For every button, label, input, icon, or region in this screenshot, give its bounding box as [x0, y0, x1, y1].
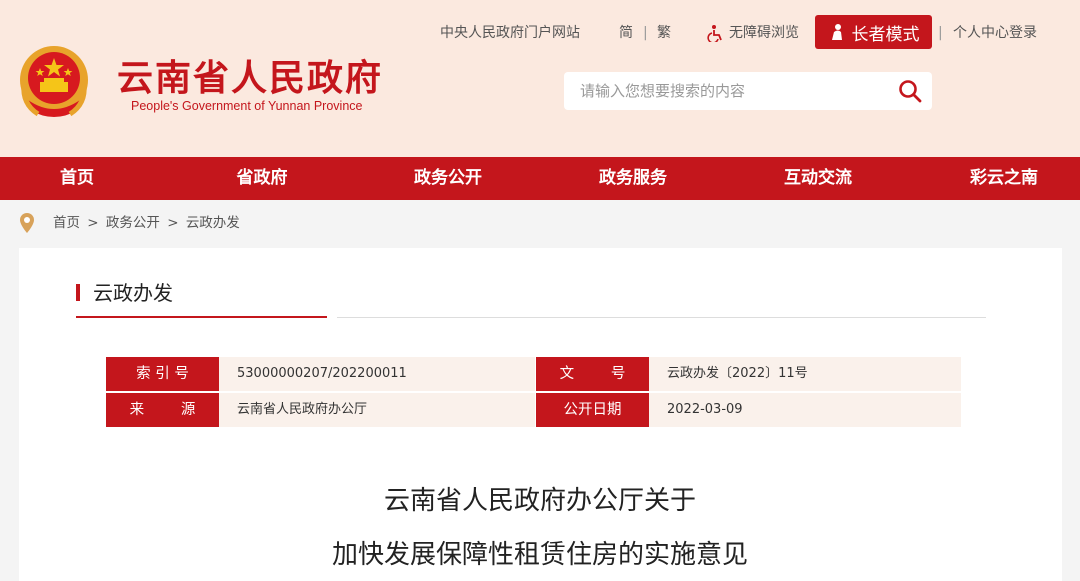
section-underline: [337, 317, 986, 318]
nav-item-government-services[interactable]: 政务服务: [599, 157, 667, 200]
source-label: 来 源: [106, 393, 225, 427]
elder-mode-label: 长者模式: [851, 24, 920, 45]
search-input[interactable]: [580, 81, 880, 101]
wheelchair-icon: [707, 25, 722, 42]
meta-row-1: 索 引 号 53000000207/202200011 文 号 云政办发〔202…: [106, 357, 961, 391]
personal-center-login-link[interactable]: 个人中心登录: [953, 22, 1037, 44]
elder-mode-button[interactable]: 长者模式: [815, 15, 932, 49]
publish-date-value: 2022-03-09: [649, 393, 961, 427]
breadcrumb-home[interactable]: 首页: [53, 215, 80, 231]
breadcrumb: 首页 > 政务公开 > 云政办发: [53, 214, 243, 232]
index-number-value: 53000000207/202200011: [219, 357, 535, 391]
central-portal-link[interactable]: 中央人民政府门户网站: [440, 22, 580, 44]
breadcrumb-separator: >: [167, 215, 179, 231]
index-number-label: 索 引 号: [106, 357, 225, 391]
section-underline-accent: [76, 316, 327, 318]
national-emblem-icon[interactable]: [18, 44, 90, 120]
publish-date-label: 公开日期: [536, 393, 655, 427]
nav-item-provincial-government[interactable]: 省政府: [237, 157, 288, 200]
traditional-chinese-link[interactable]: 繁: [657, 22, 671, 44]
source-value: 云南省人民政府办公厅: [219, 393, 535, 427]
search-icon[interactable]: [897, 78, 923, 104]
simplified-chinese-link[interactable]: 简: [619, 22, 633, 44]
breadcrumb-disclosure[interactable]: 政务公开: [106, 215, 160, 231]
accessibility-label: 无障碍浏览: [729, 25, 799, 41]
main-nav: 首页 省政府 政务公开 政务服务 互动交流 彩云之南: [0, 157, 1080, 200]
site-subtitle: People's Government of Yunnan Province: [131, 99, 363, 113]
location-pin-icon: [20, 213, 34, 233]
document-number-label: 文 号: [536, 357, 655, 391]
language-separator: |: [643, 25, 648, 41]
meta-row-2: 来 源 云南省人民政府办公厅 公开日期 2022-03-09: [106, 393, 961, 427]
accessibility-link[interactable]: 无障碍浏览: [707, 22, 799, 44]
section-title-marker: [76, 284, 80, 301]
document-number-value: 云政办发〔2022〕11号: [649, 357, 961, 391]
breadcrumb-current[interactable]: 云政办发: [186, 215, 240, 231]
article-title-line-1: 云南省人民政府办公厅关于: [383, 486, 696, 516]
article-title-line-2: 加快发展保障性租赁住房的实施意见: [331, 540, 748, 570]
nav-item-interaction[interactable]: 互动交流: [784, 157, 852, 200]
section-title: 云政办发: [93, 281, 173, 305]
breadcrumb-separator: >: [87, 215, 99, 231]
nav-item-government-affairs-disclosure[interactable]: 政务公开: [414, 157, 482, 200]
nav-item-home[interactable]: 首页: [60, 157, 94, 200]
person-icon: [831, 24, 842, 40]
nav-item-colorful-yunnan[interactable]: 彩云之南: [970, 157, 1038, 200]
search-box: [564, 72, 932, 110]
site-title[interactable]: 云南省人民政府: [117, 57, 383, 101]
header-separator: |: [938, 25, 943, 41]
